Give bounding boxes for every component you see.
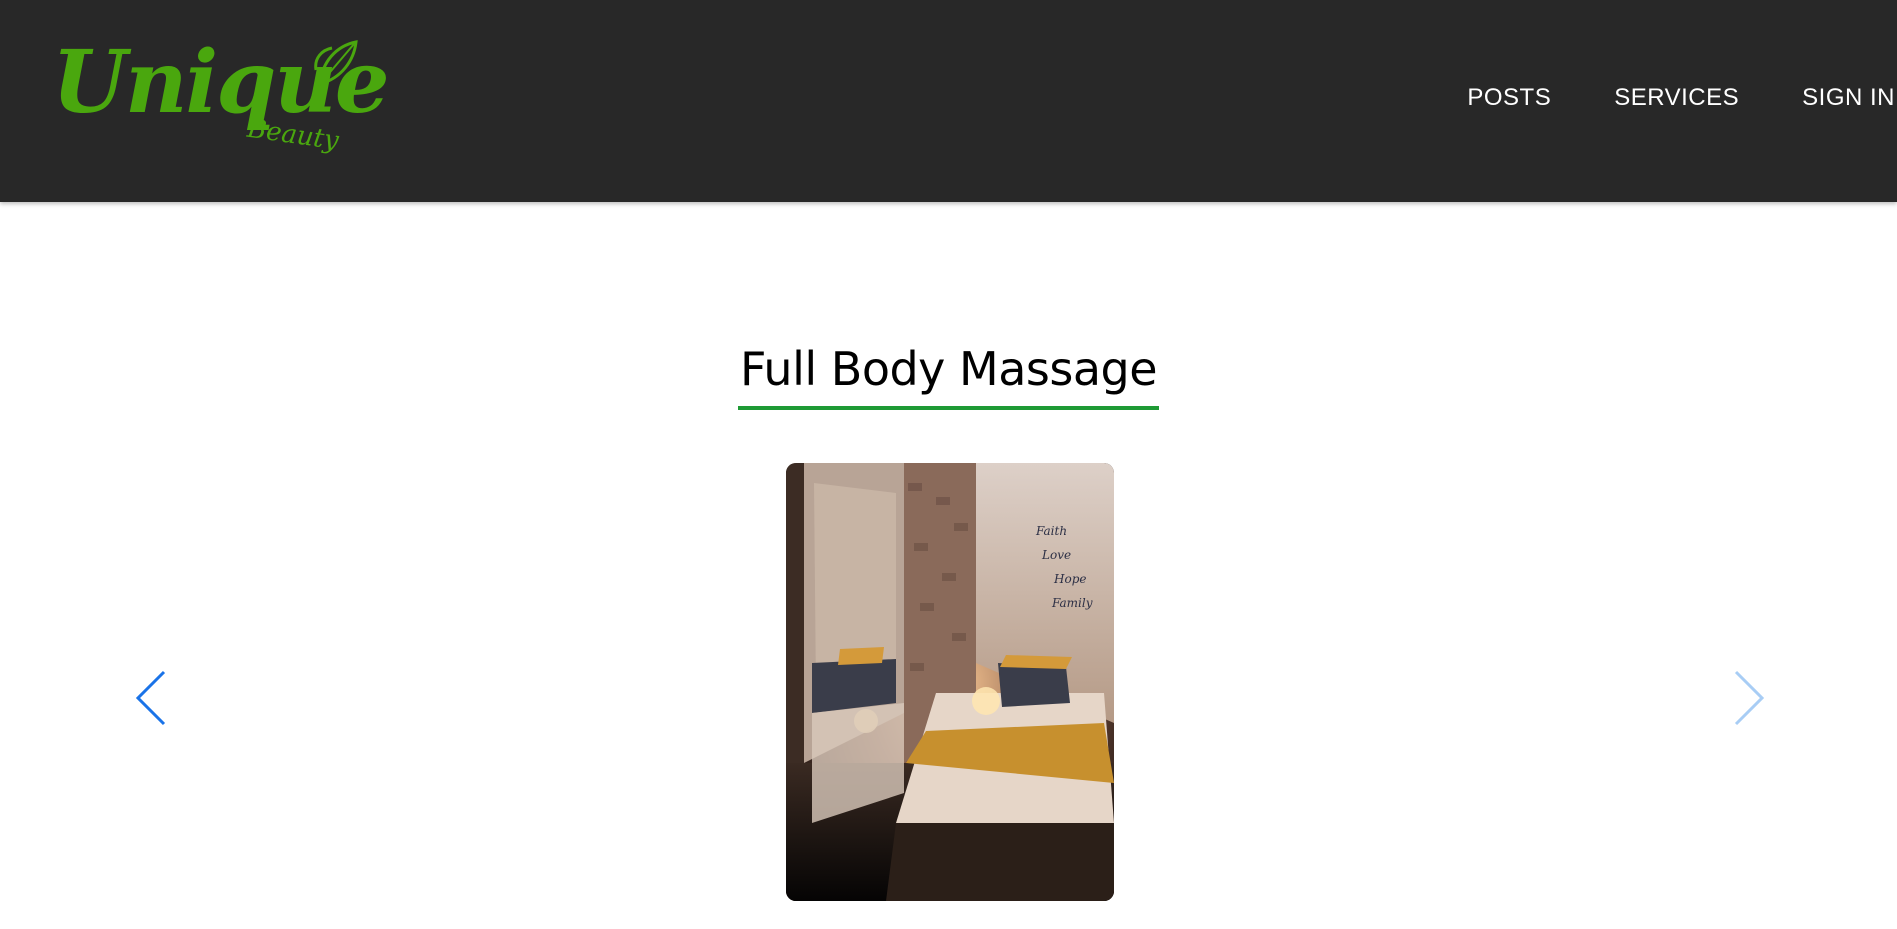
svg-text:Faith: Faith [1035,524,1067,538]
massage-room-photo: Faith Love Hope Family [786,463,1114,901]
carousel-photo[interactable]: Faith Love Hope Family [786,463,1114,901]
carousel-prev-button[interactable] [134,668,174,728]
chevron-right-icon [1734,670,1765,726]
title-section: Full Body Massage [0,342,1897,410]
chevron-left-icon [135,670,166,726]
leaf-icon [314,40,358,87]
page-title: Full Body Massage [737,342,1160,410]
nav-sign-in[interactable]: SIGN IN [1739,84,1897,112]
logo[interactable]: Unique Beauty [52,40,390,170]
nav-services[interactable]: SERVICES [1551,84,1739,112]
svg-text:Hope: Hope [1053,572,1086,586]
svg-text:Family: Family [1051,596,1093,610]
svg-text:Love: Love [1041,548,1071,562]
main-nav: POSTS SERVICES SIGN IN [1404,84,1897,112]
carousel-next-button[interactable] [1726,668,1766,728]
nav-posts[interactable]: POSTS [1404,84,1551,112]
site-header: Unique Beauty POSTS SERVICES SIGN IN [0,0,1897,202]
